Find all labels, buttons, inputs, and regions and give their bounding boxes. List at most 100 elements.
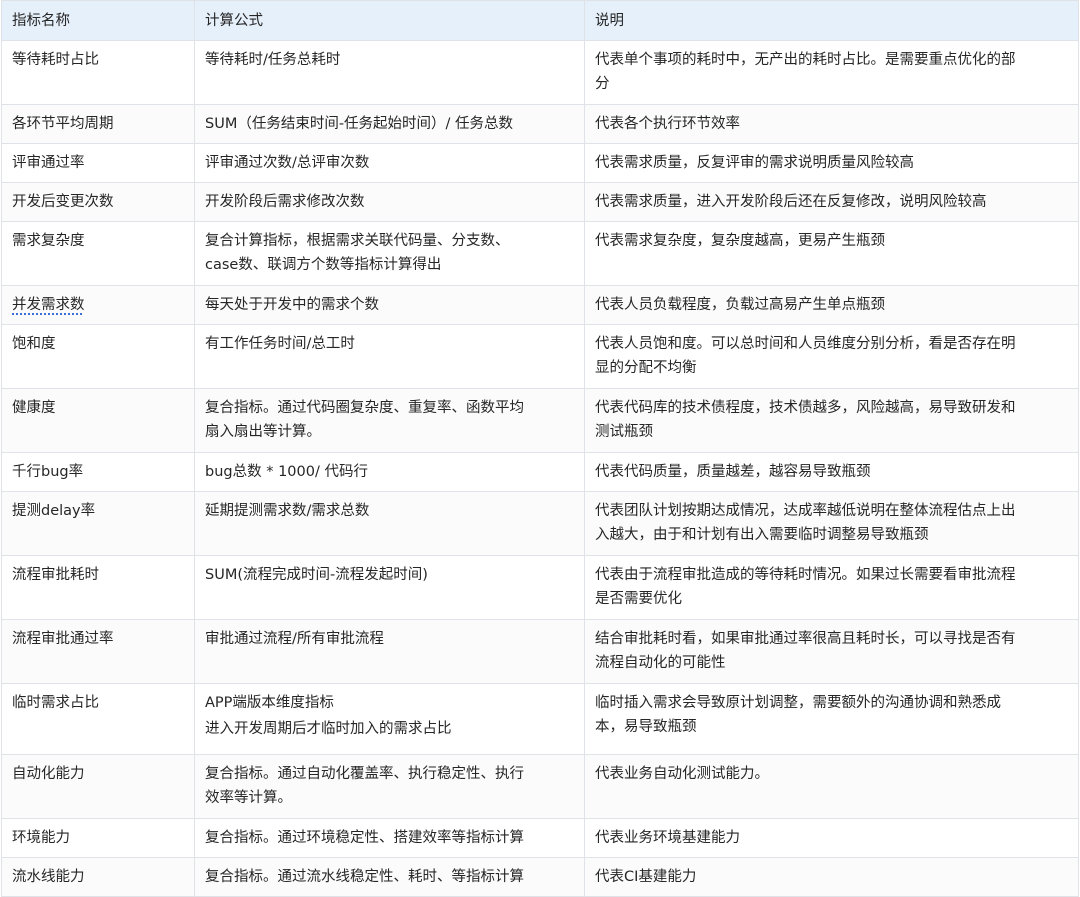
table-row: 临时需求占比 APP端版本维度指标 进入开发周期后才临时加入的需求占比 临时插入需求会… bbox=[1, 683, 1079, 755]
metric-name-text: 开发后变更次数 bbox=[12, 194, 114, 210]
cell-description: 代表CI基建能力 bbox=[584, 857, 1079, 897]
cell-metric-name: 流程审批通过率 bbox=[1, 619, 195, 684]
cell-formula: 开发阶段后需求修改次数 bbox=[194, 182, 585, 222]
table-row: 自动化能力 复合指标。通过自动化覆盖率、执行稳定性、执行 效率等计算。 代表业务自动化… bbox=[1, 754, 1079, 819]
metric-name-text: 自动化能力 bbox=[12, 766, 85, 782]
cell-formula: 每天处于开发中的需求个数 bbox=[194, 285, 585, 325]
cell-text-line: APP端版本维度指标 bbox=[205, 695, 334, 711]
table-row: 评审通过率 评审通过次数/总评审次数 代表需求质量，反复评审的需求说明质量风险较高 bbox=[1, 143, 1079, 183]
cell-text-line: bug总数 * 1000/ 代码行 bbox=[205, 464, 368, 480]
cell-formula: 评审通过次数/总评审次数 bbox=[194, 143, 585, 183]
table-row: 需求复杂度 复合计算指标，根据需求关联代码量、分支数、 case数、联调方个数等指标… bbox=[1, 221, 1079, 286]
cell-metric-name: 各环节平均周期 bbox=[1, 104, 195, 144]
cell-metric-name: 健康度 bbox=[1, 388, 195, 453]
cell-text-line: 测试瓶颈 bbox=[595, 424, 653, 440]
cell-formula: 复合指标。通过环境稳定性、搭建效率等指标计算 bbox=[194, 818, 585, 858]
cell-metric-name: 并发需求数 bbox=[1, 285, 195, 325]
cell-text-line: 本，易导致瓶颈 bbox=[595, 719, 697, 735]
cell-text-line: 临时插入需求会导致原计划调整，需要额外的沟通协调和熟悉成 bbox=[595, 695, 1001, 711]
cell-metric-name: 临时需求占比 bbox=[1, 683, 195, 755]
cell-text-line: 入越大，由于和计划有出入需要临时调整易导致瓶颈 bbox=[595, 527, 929, 543]
metric-name-text: 并发需求数 bbox=[12, 297, 85, 313]
cell-text-line: 代表团队计划按期达成情况，达成率越低说明在整体流程估点上出 bbox=[595, 503, 1016, 519]
cell-description: 临时插入需求会导致原计划调整，需要额外的沟通协调和熟悉成 本，易导致瓶颈 bbox=[584, 683, 1079, 755]
cell-text-line: case数、联调方个数等指标计算得出 bbox=[205, 257, 442, 273]
cell-metric-name: 千行bug率 bbox=[1, 452, 195, 492]
cell-text-line: 是否需要优化 bbox=[595, 591, 682, 607]
cell-description: 代表代码库的技术债程度，技术债越多，风险越高，易导致研发和 测试瓶颈 bbox=[584, 388, 1079, 453]
cell-metric-name: 需求复杂度 bbox=[1, 221, 195, 286]
cell-text-line: 复合指标。通过自动化覆盖率、执行稳定性、执行 bbox=[205, 766, 524, 782]
metric-name-text: 千行bug率 bbox=[12, 464, 84, 480]
table-row: 流程审批通过率 审批通过流程/所有审批流程 结合审批耗时看，如果审批通过率很高且耗时… bbox=[1, 619, 1079, 684]
table-row: 饱和度 有工作任务时间/总工时 代表人员饱和度。可以总时间和人员维度分别分析，看是否… bbox=[1, 324, 1079, 389]
cell-text-line: 代表需求质量，进入开发阶段后还在反复修改，说明风险较高 bbox=[595, 194, 987, 210]
cell-text-line: 代表业务环境基建能力 bbox=[595, 830, 740, 846]
cell-text-line: 审批通过流程/所有审批流程 bbox=[205, 631, 384, 647]
cell-description: 代表单个事项的耗时中，无产出的耗时占比。是需要重点优化的部分 bbox=[584, 40, 1079, 105]
metric-name-text: 饱和度 bbox=[12, 336, 56, 352]
cell-description: 代表需求质量，进入开发阶段后还在反复修改，说明风险较高 bbox=[584, 182, 1079, 222]
cell-formula: 有工作任务时间/总工时 bbox=[194, 324, 585, 389]
cell-formula: APP端版本维度指标进入开发周期后才临时加入的需求占比 bbox=[194, 683, 585, 755]
metric-name-text: 各环节平均周期 bbox=[12, 116, 114, 132]
cell-text-line: 评审通过次数/总评审次数 bbox=[205, 155, 370, 171]
cell-text-line: 复合指标。通过代码圈复杂度、重复率、函数平均 bbox=[205, 400, 524, 416]
cell-description: 代表人员饱和度。可以总时间和人员维度分别分析，看是否存在明 显的分配不均衡 bbox=[584, 324, 1079, 389]
cell-text-line: 延期提测需求数/需求总数 bbox=[205, 503, 370, 519]
cell-metric-name: 评审通过率 bbox=[1, 143, 195, 183]
cell-description: 代表业务环境基建能力 bbox=[584, 818, 1079, 858]
cell-description: 结合审批耗时看，如果审批通过率很高且耗时长，可以寻找是否有 流程自动化的可能性 bbox=[584, 619, 1079, 684]
table-row: 健康度 复合指标。通过代码圈复杂度、重复率、函数平均 扇入扇出等计算。 代表代码库的技… bbox=[1, 388, 1079, 453]
cell-text-line: SUM（任务结束时间-任务起始时间）/ 任务总数 bbox=[205, 116, 514, 132]
cell-formula: SUM（任务结束时间-任务起始时间）/ 任务总数 bbox=[194, 104, 585, 144]
cell-text-line: 代表需求复杂度，复杂度越高，更易产生瓶颈 bbox=[595, 233, 885, 249]
metric-name-text: 评审通过率 bbox=[12, 155, 85, 171]
table-row: 流水线能力 复合指标。通过流水线稳定性、耗时、等指标计算 代表CI基建能力 bbox=[1, 857, 1079, 897]
metric-name-text: 流水线能力 bbox=[12, 869, 85, 885]
cell-text-line: 复合指标。通过流水线稳定性、耗时、等指标计算 bbox=[205, 869, 524, 885]
cell-metric-name: 流水线能力 bbox=[1, 857, 195, 897]
cell-text-line: 显的分配不均衡 bbox=[595, 360, 697, 376]
cell-text-line: 代表业务自动化测试能力。 bbox=[595, 766, 769, 782]
cell-description: 代表由于流程审批造成的等待耗时情况。如果过长需要看审批流程 是否需要优化 bbox=[584, 555, 1079, 620]
header-row: 指标名称 计算公式 说明 bbox=[1, 0, 1079, 41]
cell-metric-name: 提测delay率 bbox=[1, 491, 195, 556]
cell-text-line: 效率等计算。 bbox=[205, 790, 292, 806]
cell-formula: 审批通过流程/所有审批流程 bbox=[194, 619, 585, 684]
cell-text-line: SUM(流程完成时间-流程发起时间) bbox=[205, 567, 428, 583]
cell-description: 代表业务自动化测试能力。 bbox=[584, 754, 1079, 819]
cell-formula: 延期提测需求数/需求总数 bbox=[194, 491, 585, 556]
cell-text-line: 流程自动化的可能性 bbox=[595, 655, 726, 671]
cell-formula: 复合指标。通过自动化覆盖率、执行稳定性、执行 效率等计算。 bbox=[194, 754, 585, 819]
page: 指标名称 计算公式 说明 等待耗时占比 等待耗时/任务总耗时 代表单个事项的耗时中，… bbox=[0, 0, 1080, 897]
cell-text-line: 有工作任务时间/总工时 bbox=[205, 336, 355, 352]
cell-metric-name: 自动化能力 bbox=[1, 754, 195, 819]
cell-text-line: 开发阶段后需求修改次数 bbox=[205, 194, 365, 210]
cell-formula: SUM(流程完成时间-流程发起时间) bbox=[194, 555, 585, 620]
cell-text-line: 复合计算指标，根据需求关联代码量、分支数、 bbox=[205, 233, 510, 249]
cell-text-line: 等待耗时/任务总耗时 bbox=[205, 52, 341, 68]
cell-description: 代表团队计划按期达成情况，达成率越低说明在整体流程估点上出 入越大，由于和计划有出… bbox=[584, 491, 1079, 556]
cell-description: 代表需求质量，反复评审的需求说明质量风险较高 bbox=[584, 143, 1079, 183]
metric-name-text: 流程审批耗时 bbox=[12, 567, 99, 583]
cell-formula: 等待耗时/任务总耗时 bbox=[194, 40, 585, 105]
cell-text-line: 扇入扇出等计算。 bbox=[205, 424, 321, 440]
cell-text-line: 进入开发周期后才临时加入的需求占比 bbox=[205, 721, 452, 737]
cell-text-line: 代表需求质量，反复评审的需求说明质量风险较高 bbox=[595, 155, 914, 171]
cell-text-line: 每天处于开发中的需求个数 bbox=[205, 297, 379, 313]
table-row: 环境能力 复合指标。通过环境稳定性、搭建效率等指标计算 代表业务环境基建能力 bbox=[1, 818, 1079, 858]
cell-description: 代表代码质量，质量越差，越容易导致瓶颈 bbox=[584, 452, 1079, 492]
metric-name-text: 环境能力 bbox=[12, 830, 70, 846]
metric-name-text: 等待耗时占比 bbox=[12, 52, 99, 68]
metric-name-text: 流程审批通过率 bbox=[12, 631, 114, 647]
cell-text-line: 结合审批耗时看，如果审批通过率很高且耗时长，可以寻找是否有 bbox=[595, 631, 1016, 647]
cell-metric-name: 等待耗时占比 bbox=[1, 40, 195, 105]
cell-text-line: 代表人员负载程度，负载过高易产生单点瓶颈 bbox=[595, 297, 885, 313]
cell-text-line: 代表由于流程审批造成的等待耗时情况。如果过长需要看审批流程 bbox=[595, 567, 1016, 583]
cell-text-line: 代表代码质量，质量越差，越容易导致瓶颈 bbox=[595, 464, 871, 480]
table-row: 千行bug率 bug总数 * 1000/ 代码行 代表代码质量，质量越差，越容易导致… bbox=[1, 452, 1079, 492]
cell-text-line: 代表单个事项的耗时中，无产出的耗时占比。是需要重点优化的部 bbox=[595, 52, 1016, 68]
cell-text-line: 代表人员饱和度。可以总时间和人员维度分别分析，看是否存在明 bbox=[595, 336, 1016, 352]
metric-name-text: 健康度 bbox=[12, 400, 56, 416]
